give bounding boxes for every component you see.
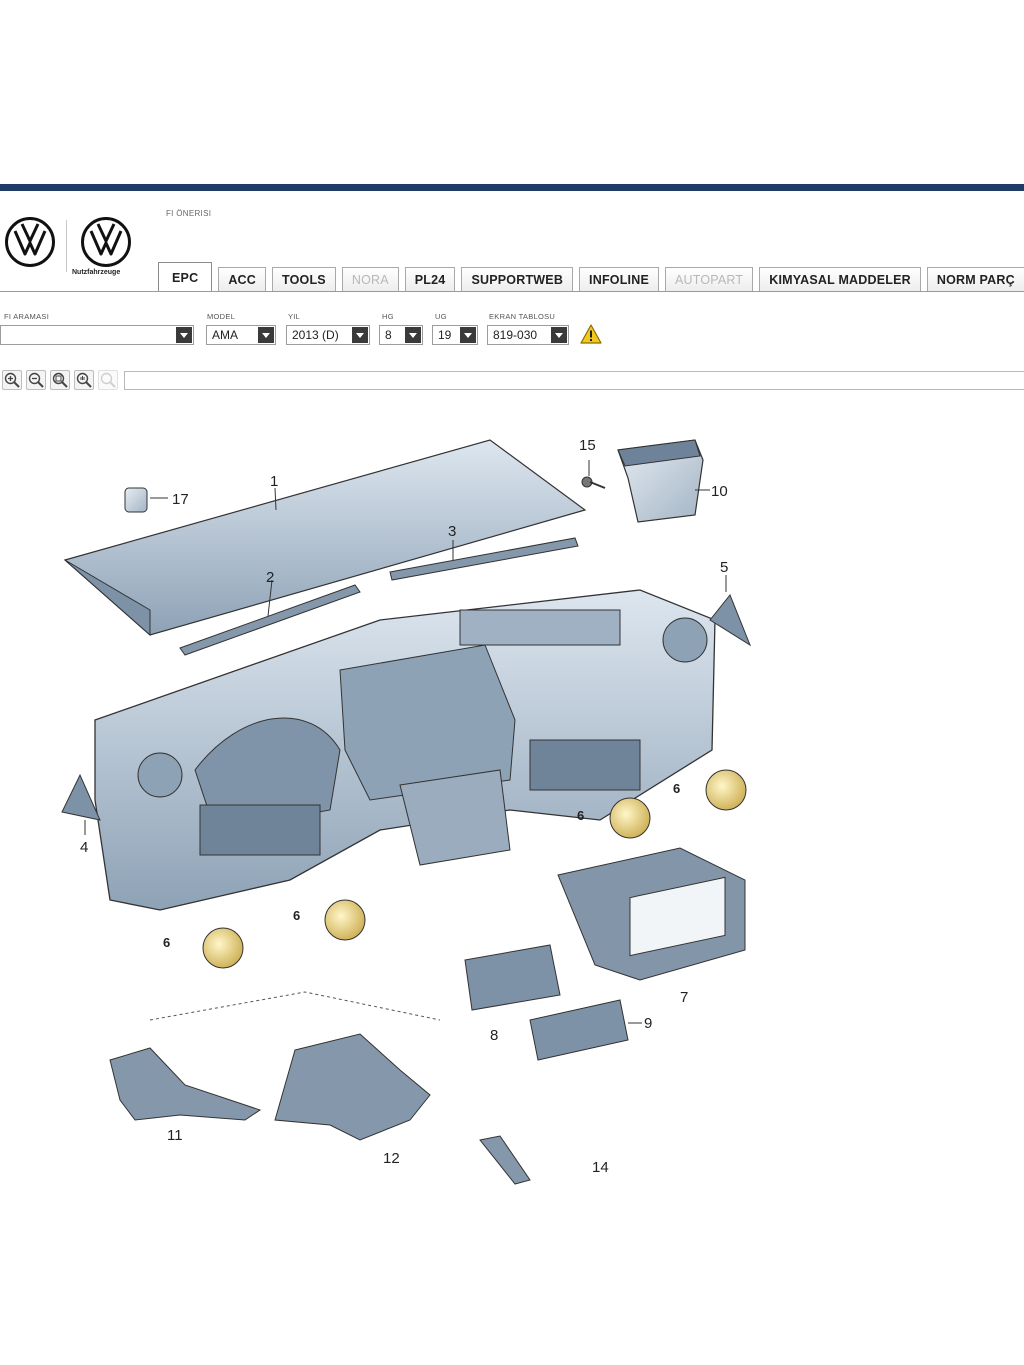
callout-14[interactable]: 14 (592, 1159, 609, 1176)
part-12-air-duct[interactable] (274, 1033, 431, 1141)
yil-select[interactable]: 2013 (D) (286, 325, 370, 345)
chevron-down-icon[interactable] (551, 327, 567, 343)
ekran-tablosu-select[interactable]: 819-030 (487, 325, 569, 345)
zoom-toolbar (0, 368, 1024, 392)
hg-label: HG (382, 312, 394, 321)
part-9-control-bezel[interactable] (529, 999, 629, 1061)
chevron-down-icon[interactable] (460, 327, 476, 343)
header-bar (0, 184, 1024, 191)
model-select[interactable]: AMA (206, 325, 276, 345)
brand-area: Nutzfahrzeuge (0, 210, 160, 290)
model-value: AMA (212, 328, 239, 342)
part-17-clip[interactable] (124, 487, 148, 513)
brand-divider (66, 220, 67, 272)
tab-norm-parca[interactable]: NORM PARÇ (926, 267, 1024, 292)
zoom-in-icon[interactable] (2, 370, 22, 390)
callout-3[interactable]: 3 (448, 523, 456, 540)
callout-7[interactable]: 7 (680, 989, 688, 1006)
callout-1[interactable]: 1 (270, 473, 278, 490)
callout-8[interactable]: 8 (490, 1027, 498, 1044)
callout-10[interactable]: 10 (711, 483, 728, 500)
toolbar-field (124, 371, 1024, 390)
tab-nora: NORA (341, 267, 399, 292)
callout-2[interactable]: 2 (266, 569, 274, 586)
tab-pl24[interactable]: PL24 (404, 267, 456, 292)
vw-commercial-logo-icon (80, 216, 132, 268)
chevron-down-icon[interactable] (258, 327, 274, 343)
ug-value: 19 (438, 328, 452, 342)
callout-15[interactable]: 15 (579, 437, 596, 454)
callout-6c[interactable]: 6 (577, 808, 584, 823)
hg-select[interactable]: 8 (379, 325, 423, 345)
chevron-down-icon[interactable] (405, 327, 421, 343)
brand-subtitle: Nutzfahrzeuge (72, 269, 121, 276)
zoom-fit-icon[interactable] (50, 370, 70, 390)
part-10-storage-box[interactable] (617, 439, 704, 523)
chevron-down-icon[interactable] (176, 327, 192, 343)
tab-infoline[interactable]: INFOLINE (579, 267, 659, 292)
zoom-out-icon[interactable] (26, 370, 46, 390)
yil-label: YIL (288, 312, 301, 321)
part-7-center-panel[interactable] (557, 847, 746, 981)
part-11-air-duct[interactable] (109, 1047, 262, 1121)
fi-aramasi-label: FI ARAMASI (4, 312, 50, 321)
ug-label: UG (435, 312, 447, 321)
callout-17[interactable]: 17 (172, 491, 189, 508)
part-5-side-vent[interactable] (709, 594, 752, 647)
tab-tools[interactable]: TOOLS (272, 267, 336, 292)
tab-supportweb[interactable]: SUPPORTWEB (461, 267, 574, 292)
tab-bar: EPC ACC TOOLS NORA PL24 SUPPORTWEB INFOL… (158, 262, 1024, 292)
tab-underline (0, 291, 1024, 292)
ekran-tablosu-value: 819-030 (493, 328, 538, 342)
part-8-bezel[interactable] (464, 944, 561, 1011)
yil-value: 2013 (D) (292, 328, 339, 342)
model-label: MODEL (207, 312, 236, 321)
parts-diagram[interactable]: 1 2 3 4 5 6 6 6 6 7 8 9 10 11 12 14 15 1… (40, 420, 800, 1190)
chevron-down-icon[interactable] (352, 327, 368, 343)
part-15-screw[interactable] (581, 476, 606, 489)
callout-6b[interactable]: 6 (293, 908, 300, 923)
ug-select[interactable]: 19 (432, 325, 478, 345)
callout-6d[interactable]: 6 (673, 781, 680, 796)
fi-aramasi-select[interactable] (0, 325, 194, 345)
warning-icon[interactable] (580, 324, 602, 344)
tab-kimyasal-maddeler[interactable]: KIMYASAL MADDELER (759, 267, 921, 292)
tab-autopart: AUTOPART (664, 267, 754, 292)
tab-epc[interactable]: EPC (158, 262, 213, 292)
callout-5[interactable]: 5 (720, 559, 728, 576)
callout-4[interactable]: 4 (80, 839, 88, 856)
callout-12[interactable]: 12 (383, 1150, 400, 1167)
part-4-side-vent[interactable] (61, 773, 101, 821)
callout-9[interactable]: 9 (644, 1015, 652, 1032)
callout-6a[interactable]: 6 (163, 935, 170, 950)
ekran-tablosu-label: EKRAN TABLOSU (489, 312, 556, 321)
tab-acc[interactable]: ACC (218, 267, 266, 292)
callout-11[interactable]: 11 (167, 1127, 183, 1144)
zoom-hand-icon[interactable] (74, 370, 94, 390)
part-14-duct-hose[interactable] (479, 1135, 531, 1185)
hg-value: 8 (385, 328, 392, 342)
vw-logo-icon (4, 216, 56, 268)
fi-onerisi-label: FI ÖNERISI (166, 209, 212, 218)
zoom-disabled-icon (98, 370, 118, 390)
